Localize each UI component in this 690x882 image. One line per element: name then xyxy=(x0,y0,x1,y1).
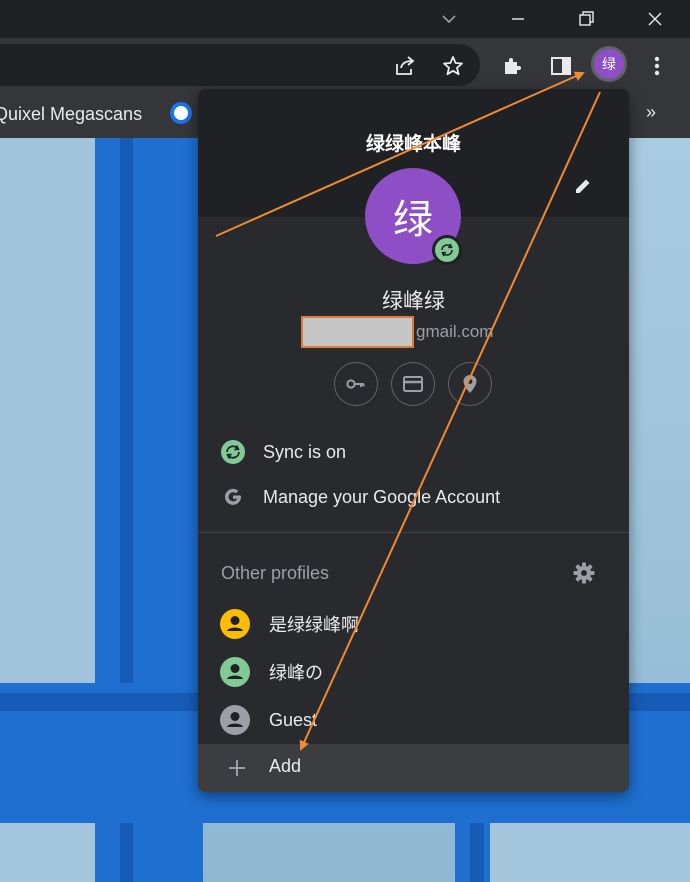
bookmarks-overflow-button[interactable]: » xyxy=(646,102,656,123)
profile-menu: 绿绿峰本峰 绿 绿峰绿 gmail.com Sync is on Manage … xyxy=(198,89,629,792)
bookmark-quixel-megascans[interactable]: Quixel Megascans xyxy=(0,104,142,125)
manage-profiles-button[interactable] xyxy=(570,559,598,587)
manage-google-account-row[interactable]: Manage your Google Account xyxy=(198,475,629,519)
profile-avatar-icon-wrap xyxy=(220,657,250,687)
guest-label: Guest xyxy=(269,709,318,730)
profile-label: 是绿绿峰啊 xyxy=(269,615,359,635)
share-button[interactable] xyxy=(389,50,421,82)
person-icon xyxy=(220,705,250,735)
other-profiles-heading: Other profiles xyxy=(221,563,330,583)
sync-status-label: Sync is on xyxy=(263,441,347,462)
profile-avatar-icon-wrap xyxy=(220,705,250,735)
google-icon-wrap xyxy=(220,484,246,510)
profile-name: 绿峰绿 xyxy=(382,289,445,313)
credit-card-icon xyxy=(403,376,423,392)
person-icon xyxy=(220,657,250,687)
guest-profile-row[interactable]: Guest xyxy=(198,698,629,742)
add-profile-button[interactable]: Add xyxy=(198,744,629,792)
chrome-menu-button[interactable] xyxy=(641,50,673,82)
addresses-button[interactable] xyxy=(448,362,492,406)
bookmark-star-button[interactable] xyxy=(437,50,469,82)
person-icon xyxy=(220,609,250,639)
profile-avatar-small: 绿 xyxy=(594,49,624,79)
close-icon xyxy=(648,12,662,26)
gear-icon xyxy=(573,562,595,584)
manage-account-label: Manage your Google Account xyxy=(263,486,501,507)
share-icon xyxy=(396,56,415,75)
profile-menu-title: 绿绿峰本峰 xyxy=(365,133,461,155)
plus-icon-wrap xyxy=(224,755,250,781)
close-window-button[interactable] xyxy=(632,0,678,38)
sync-status-row[interactable]: Sync is on xyxy=(198,430,629,474)
key-icon xyxy=(346,379,365,389)
pencil-icon xyxy=(576,179,590,193)
add-profile-label: Add xyxy=(269,756,302,776)
restore-icon xyxy=(579,11,594,26)
sync-icon xyxy=(441,243,453,257)
email-domain: gmail.com xyxy=(416,322,494,341)
sync-status-icon-wrap xyxy=(220,439,246,465)
browser-toolbar xyxy=(0,38,690,94)
tab-search-button[interactable] xyxy=(426,0,472,38)
minimize-button[interactable] xyxy=(495,0,541,38)
sync-icon xyxy=(221,440,245,464)
extensions-button[interactable] xyxy=(497,50,529,82)
profile-row-1[interactable]: 绿峰の xyxy=(198,650,629,694)
sync-badge xyxy=(432,235,462,265)
extensions-icon xyxy=(505,58,521,74)
email-redaction xyxy=(301,316,414,348)
menu-divider xyxy=(198,532,629,533)
side-panel-icon xyxy=(551,57,571,75)
profile-row-0[interactable]: 是绿绿峰啊 xyxy=(198,602,629,646)
profile-email: gmail.com xyxy=(301,316,493,348)
profile-button[interactable]: 绿 xyxy=(591,46,627,82)
title-bar xyxy=(0,0,690,38)
profile-label: 绿峰の xyxy=(269,663,323,683)
restore-button[interactable] xyxy=(563,0,609,38)
passwords-button[interactable] xyxy=(334,362,378,406)
google-g-icon xyxy=(225,488,241,505)
edit-profile-button[interactable] xyxy=(568,171,598,201)
payment-methods-button[interactable] xyxy=(391,362,435,406)
profile-avatar-icon-wrap xyxy=(220,609,250,639)
minimize-icon xyxy=(512,18,524,20)
chevron-down-icon xyxy=(442,15,456,24)
location-icon xyxy=(463,375,477,393)
bookmark-favicon[interactable] xyxy=(170,102,192,124)
plus-icon xyxy=(229,760,245,776)
side-panel-button[interactable] xyxy=(545,50,577,82)
more-icon xyxy=(654,56,660,76)
star-icon xyxy=(443,56,463,76)
